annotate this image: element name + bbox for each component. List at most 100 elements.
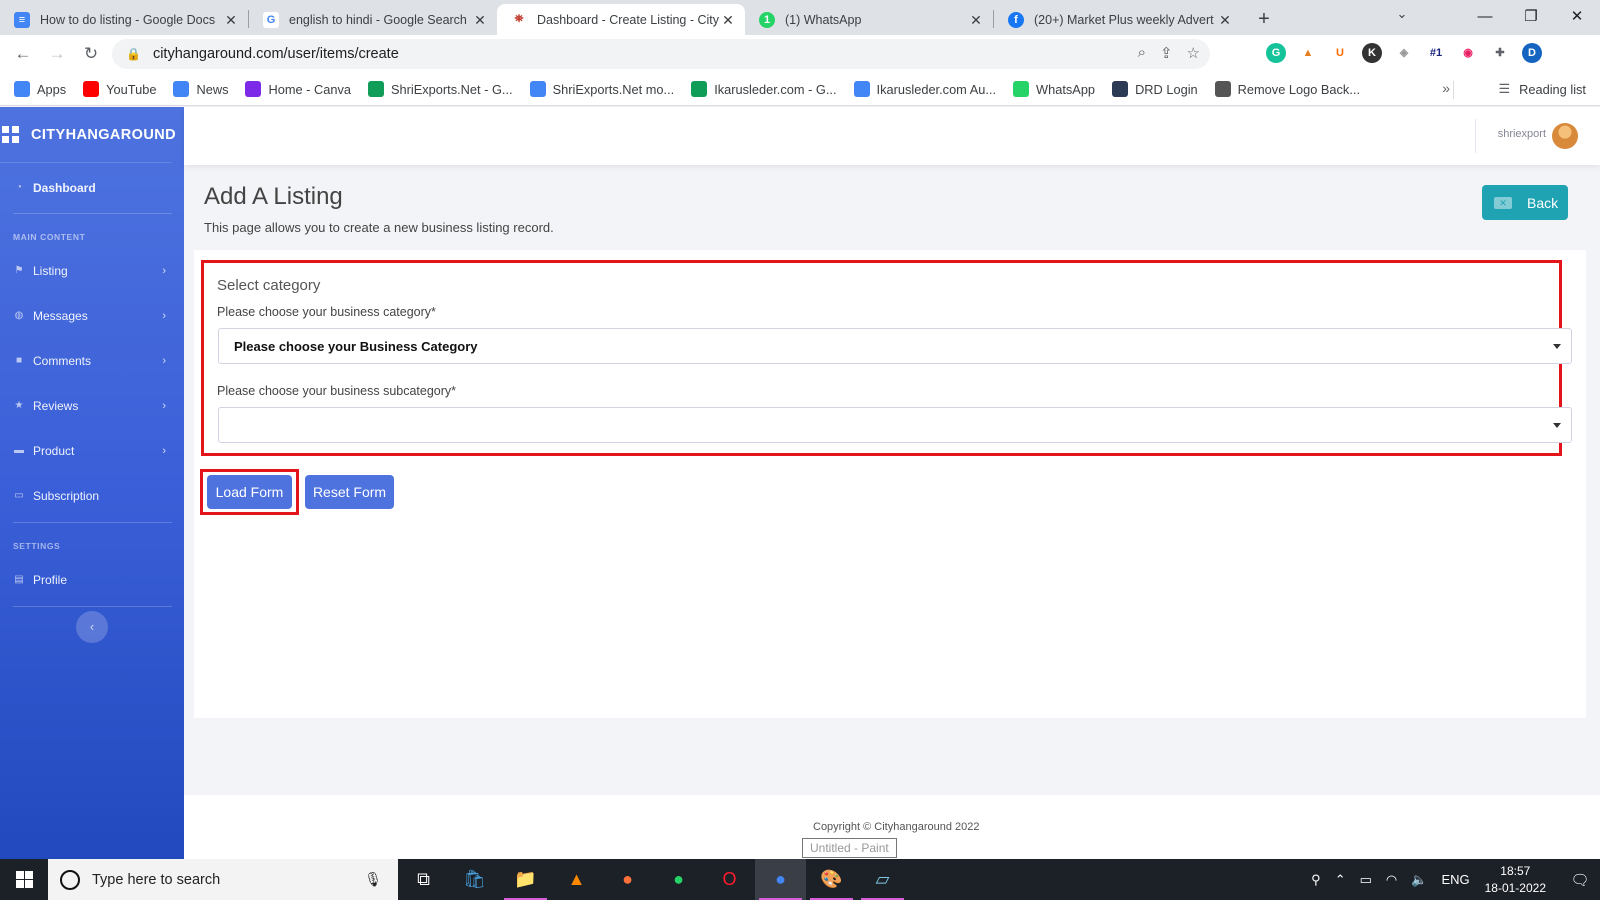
bookmark-item[interactable]: YouTube — [83, 81, 156, 97]
bookmark-star-icon[interactable]: ☆ — [1187, 44, 1200, 62]
close-tab-icon[interactable]: ✕ — [1216, 11, 1234, 29]
google-icon: G — [263, 11, 279, 28]
share-icon[interactable]: ⇪ — [1160, 44, 1173, 62]
windows-logo-icon — [15, 871, 33, 888]
chrome-icon[interactable]: ● — [755, 859, 806, 900]
sidebar-item-dashboard[interactable]: ◔ Dashboard — [0, 163, 172, 213]
sidebar: CITYHANGAROUND ◔ Dashboard MAIN CONTENT … — [0, 107, 184, 859]
back-button[interactable]: ✕ Back — [1482, 185, 1568, 220]
user-name[interactable]: shriexport — [1498, 128, 1546, 140]
new-tab-icon[interactable]: + — [1250, 5, 1278, 33]
extension-icon[interactable]: ◉ — [1458, 43, 1478, 63]
category-select[interactable]: Please choose your Business Category — [218, 328, 1572, 364]
microphone-icon[interactable]: 🎙 — [364, 871, 382, 888]
clock[interactable]: 18:57 18-01-2022 — [1485, 863, 1546, 897]
people-icon[interactable]: ⚲ — [1311, 872, 1321, 888]
bookmark-label: Apps — [37, 81, 67, 97]
extension-icon[interactable]: ✚ — [1490, 43, 1510, 63]
file-explorer-icon[interactable]: 📁 — [500, 859, 551, 900]
reset-form-button[interactable]: Reset Form — [305, 475, 394, 509]
notes-icon[interactable]: ▱ — [857, 859, 908, 900]
bookmark-label: ShriExports.Net mo... — [552, 81, 675, 97]
star-icon: ★ — [14, 399, 24, 411]
browser-tab[interactable]: f (20+) Market Plus weekly Advert ✕ — [994, 4, 1242, 35]
bookmark-item[interactable]: Remove Logo Back... — [1214, 81, 1360, 97]
bookmark-item[interactable]: Apps — [14, 81, 66, 97]
battery-icon[interactable]: ▭ — [1360, 872, 1372, 888]
browser-tab[interactable]: Genglish to hindi - Google Search ✕ — [249, 4, 497, 35]
cortana-icon — [60, 869, 80, 890]
extension-icon[interactable]: G — [1266, 43, 1286, 63]
avatar[interactable] — [1552, 123, 1578, 149]
close-tab-icon[interactable]: ✕ — [719, 11, 737, 29]
volume-icon[interactable]: 🔈 — [1411, 872, 1427, 888]
minimize-icon[interactable]: — — [1462, 0, 1508, 35]
extension-icon[interactable]: K — [1362, 43, 1382, 63]
address-bar[interactable]: 🔒 cityhangaround.com/user/items/create ⌕… — [112, 39, 1210, 69]
show-hidden-icons-icon[interactable]: ⌃ — [1335, 872, 1346, 888]
bookmark-item[interactable]: Ikarusleder.com Au... — [853, 81, 996, 97]
reading-list-button[interactable]: ☰ Reading list — [1498, 81, 1586, 97]
bookmark-item[interactable]: News — [173, 81, 228, 97]
extension-icon[interactable]: ◈ — [1394, 43, 1414, 63]
lock-icon[interactable]: 🔒 — [126, 47, 141, 61]
grid-icon — [2, 125, 19, 144]
brand[interactable]: CITYHANGAROUND — [0, 107, 176, 163]
sidebar-toggle-button[interactable]: ‹ — [76, 611, 108, 643]
sidebar-item-messages[interactable]: ◍ Messages › — [0, 293, 172, 338]
url-text[interactable]: cityhangaround.com/user/items/create — [153, 46, 399, 62]
bookmark-icon — [83, 81, 100, 97]
start-button[interactable] — [0, 859, 48, 900]
bookmark-item[interactable]: ShriExports.Net - G... — [367, 81, 513, 97]
taskbar-search-box[interactable]: Type here to search 🎙 — [48, 859, 398, 900]
close-tab-icon[interactable]: ✕ — [471, 11, 489, 29]
sidebar-item-comments[interactable]: ■ Comments › — [0, 338, 172, 383]
extension-icon[interactable]: ▲ — [1298, 43, 1318, 63]
opera-icon[interactable]: O — [704, 859, 755, 900]
firefox-icon[interactable]: ● — [602, 859, 653, 900]
back-arrow-icon[interactable]: ← — [6, 44, 40, 64]
wifi-icon[interactable]: ◠ — [1386, 872, 1397, 888]
category-select-value: Please choose your Business Category — [234, 338, 478, 354]
sidebar-item-listing[interactable]: ⚑ Listing › — [0, 248, 172, 293]
extension-icon[interactable]: U — [1330, 43, 1350, 63]
browser-tab[interactable]: 1 (1) WhatsApp ✕ — [745, 4, 993, 35]
forward-arrow-icon[interactable]: → — [40, 44, 74, 64]
paint-icon[interactable]: 🎨 — [806, 859, 857, 900]
reload-icon[interactable]: ↻ — [74, 44, 108, 64]
facebook-icon: f — [1008, 11, 1024, 28]
notification-center-icon[interactable]: 🗨 — [1560, 871, 1600, 889]
card-icon: ▭ — [14, 489, 24, 501]
language-indicator[interactable]: ENG — [1441, 872, 1469, 887]
bookmark-item[interactable]: WhatsApp — [1013, 81, 1095, 97]
bookmark-item[interactable]: DRD Login — [1112, 81, 1198, 97]
whatsapp-icon[interactable]: ● — [653, 859, 704, 900]
browser-tab[interactable]: ≡ How to do listing - Google Docs ✕ — [0, 4, 248, 35]
sidebar-item-subscription[interactable]: ▭ Subscription — [0, 473, 172, 518]
page-description: This page allows you to create a new bus… — [204, 220, 554, 235]
extension-icon[interactable]: #1 — [1426, 43, 1446, 63]
sidebar-item-reviews[interactable]: ★ Reviews › — [0, 383, 172, 428]
restore-icon[interactable]: ❐ — [1508, 0, 1554, 35]
close-tab-icon[interactable]: ✕ — [967, 11, 985, 29]
caret-down-icon — [1553, 423, 1561, 428]
load-form-button[interactable]: Load Form — [207, 475, 292, 509]
task-view-icon[interactable]: ⧉ — [398, 859, 449, 900]
zoom-icon[interactable]: ⌕ — [1138, 44, 1146, 62]
close-window-icon[interactable]: ✕ — [1554, 0, 1600, 35]
tab-search-icon[interactable]: ⌄ — [1390, 6, 1414, 22]
bookmark-item[interactable]: ShriExports.Net mo... — [529, 81, 675, 97]
sidebar-item-label: Listing — [33, 263, 68, 278]
bookmark-item[interactable]: Ikarusleder.com - G... — [691, 81, 837, 97]
store-icon[interactable]: 🛍 — [449, 859, 500, 900]
close-tab-icon[interactable]: ✕ — [222, 11, 240, 29]
subcategory-select[interactable] — [218, 407, 1572, 443]
sidebar-item-product[interactable]: ▬ Product › — [0, 428, 172, 473]
extension-icon[interactable]: D — [1522, 43, 1542, 63]
sidebar-item-profile[interactable]: ▤ Profile — [0, 557, 172, 602]
category-label: Please choose your business category* — [217, 305, 436, 319]
vlc-icon[interactable]: ▲ — [551, 859, 602, 900]
bookmark-item[interactable]: Home - Canva — [245, 81, 351, 97]
more-bookmarks-icon[interactable]: » — [1442, 80, 1450, 96]
browser-tab[interactable]: ⛯ Dashboard - Create Listing - City ✕ — [497, 4, 745, 35]
